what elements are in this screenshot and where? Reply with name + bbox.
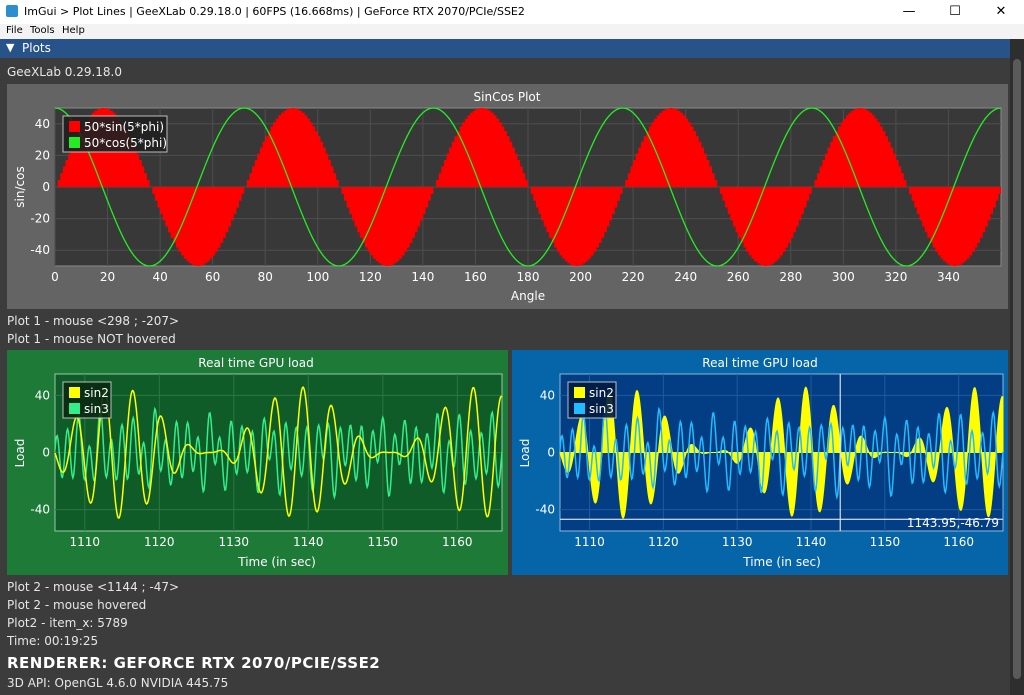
sincos-xtick-label: 80 bbox=[258, 270, 273, 284]
window-title: ImGui > Plot Lines | GeeXLab 0.29.18.0 |… bbox=[24, 5, 525, 18]
gpu1-ytick-label: 0 bbox=[42, 446, 50, 460]
gpu1-xtick-label: 1120 bbox=[144, 535, 175, 549]
gpu1-ytick-label: -40 bbox=[30, 503, 50, 517]
plot2-item-status: Plot2 - item_x: 5789 bbox=[7, 616, 128, 630]
legend-swatch-sin3 bbox=[69, 403, 80, 414]
gpu2-xlabel: Time (in sec) bbox=[742, 555, 821, 569]
sincos-xtick-label: 20 bbox=[100, 270, 115, 284]
legend-swatch-sin2 bbox=[574, 387, 585, 398]
plots-section-label: Plots bbox=[22, 41, 51, 55]
gpu2-xtick-label: 1110 bbox=[574, 535, 605, 549]
sincos-xtick-label: 60 bbox=[205, 270, 220, 284]
gpu1-xtick-label: 1130 bbox=[219, 535, 250, 549]
sincos-ytick-label: -40 bbox=[30, 243, 50, 257]
renderer-status: RENDERER: GEFORCE RTX 2070/PCIE/SSE2 bbox=[7, 654, 381, 672]
collapse-arrow-icon[interactable]: ▼ bbox=[6, 41, 14, 54]
menu-bar: File Tools Help bbox=[0, 24, 1024, 39]
gpu-load-plot-green[interactable]: Real time GPU load 1110 1120 1130 1140 1150 1… bbox=[7, 350, 508, 575]
sincos-ytick-label: 0 bbox=[42, 180, 50, 194]
close-button[interactable]: ✕ bbox=[978, 0, 1024, 24]
vertical-scrollbar[interactable] bbox=[1010, 39, 1024, 695]
sincos-xtick-label: 300 bbox=[832, 270, 855, 284]
gpu2-xtick-label: 1120 bbox=[648, 535, 679, 549]
gpu2-xtick-label: 1160 bbox=[943, 535, 974, 549]
plot2-hover-status: Plot 2 - mouse hovered bbox=[7, 598, 147, 612]
sincos-xtick-label: 240 bbox=[674, 270, 697, 284]
menu-help[interactable]: Help bbox=[62, 25, 85, 36]
gpu1-ytick-label: 40 bbox=[35, 388, 50, 402]
sincos-xtick-label: 200 bbox=[569, 270, 592, 284]
legend-label-sin2: sin2 bbox=[589, 386, 614, 400]
sincos-xtick-label: 120 bbox=[359, 270, 382, 284]
minimize-button[interactable]: — bbox=[886, 0, 932, 24]
sincos-ytick-label: 20 bbox=[35, 148, 50, 162]
menu-file[interactable]: File bbox=[6, 25, 23, 36]
gpu1-ylabel: Load bbox=[13, 439, 27, 468]
plot1-mouse-status: Plot 1 - mouse <298 ; -207> bbox=[7, 314, 180, 328]
sincos-legend: 50*sin(5*phi) 50*cos(5*phi) bbox=[62, 115, 168, 153]
legend-label-sin: 50*sin(5*phi) bbox=[84, 120, 164, 134]
gpu2-xtick-label: 1130 bbox=[722, 535, 753, 549]
sincos-xtick-label: 140 bbox=[411, 270, 434, 284]
legend-label-cos: 50*cos(5*phi) bbox=[84, 136, 167, 150]
plot2-mouse-status: Plot 2 - mouse <1144 ; -47> bbox=[7, 580, 180, 594]
legend-swatch-sin2 bbox=[69, 387, 80, 398]
gpu2-ylabel: Load bbox=[518, 439, 532, 468]
gpu1-xlabel: Time (in sec) bbox=[237, 555, 316, 569]
sincos-xtick-label: 0 bbox=[51, 270, 59, 284]
sincos-xtick-label: 280 bbox=[779, 270, 802, 284]
legend-swatch-sin bbox=[69, 121, 80, 132]
gpu1-legend: sin2 sin3 bbox=[62, 381, 112, 419]
legend-swatch-sin3 bbox=[574, 403, 585, 414]
gpu2-xtick-label: 1150 bbox=[870, 535, 901, 549]
sincos-plot[interactable]: SinCos Plot 0 20 40 60 80 100 120 140 160 180 200 2… bbox=[7, 84, 1008, 309]
cursor-coordinate-label: 1143.95,-46.79 bbox=[907, 516, 999, 530]
scrollbar-thumb[interactable] bbox=[1013, 59, 1021, 679]
gpu1-title: Real time GPU load bbox=[198, 356, 313, 370]
sincos-ytick-label: -20 bbox=[30, 212, 50, 226]
title-bar[interactable]: ImGui > Plot Lines | GeeXLab 0.29.18.0 |… bbox=[0, 0, 1024, 25]
gpu2-title: Real time GPU load bbox=[702, 356, 817, 370]
legend-label-sin2: sin2 bbox=[84, 386, 109, 400]
sincos-xlabel: Angle bbox=[511, 289, 545, 303]
gpu-load-plot-blue[interactable]: Real time GPU load 1143.95,-46.79 1110 11… bbox=[512, 350, 1008, 575]
plots-section-header[interactable]: ▼ Plots bbox=[0, 39, 1010, 58]
app-version-label: GeeXLab 0.29.18.0 bbox=[7, 65, 123, 79]
sincos-xtick-label: 180 bbox=[517, 270, 540, 284]
app-icon bbox=[6, 5, 18, 17]
api-status: 3D API: OpenGL 4.6.0 NVIDIA 445.75 bbox=[7, 676, 229, 690]
gpu2-ytick-label: 40 bbox=[540, 388, 555, 402]
sincos-ytick-label: 40 bbox=[35, 117, 50, 131]
sincos-ylabel: sin/cos bbox=[13, 166, 27, 207]
time-status: Time: 00:19:25 bbox=[7, 634, 99, 648]
maximize-button[interactable]: ☐ bbox=[932, 0, 978, 24]
sincos-xtick-label: 100 bbox=[306, 270, 329, 284]
gpu1-xtick-label: 1160 bbox=[442, 535, 473, 549]
gpu2-ytick-label: 0 bbox=[547, 446, 555, 460]
plot1-hover-status: Plot 1 - mouse NOT hovered bbox=[7, 332, 176, 346]
gpu2-legend: sin2 sin3 bbox=[567, 381, 617, 419]
legend-label-sin3: sin3 bbox=[84, 402, 109, 416]
legend-label-sin3: sin3 bbox=[589, 402, 614, 416]
sincos-xtick-label: 220 bbox=[622, 270, 645, 284]
gpu1-xtick-label: 1140 bbox=[293, 535, 324, 549]
sincos-xtick-label: 340 bbox=[937, 270, 960, 284]
menu-tools[interactable]: Tools bbox=[30, 25, 55, 36]
gpu1-xtick-label: 1150 bbox=[368, 535, 399, 549]
legend-swatch-cos bbox=[69, 137, 80, 148]
sincos-title: SinCos Plot bbox=[474, 90, 541, 104]
sincos-xtick-label: 160 bbox=[464, 270, 487, 284]
sincos-xtick-label: 320 bbox=[884, 270, 907, 284]
gpu1-xtick-label: 1110 bbox=[70, 535, 101, 549]
sincos-xtick-label: 260 bbox=[727, 270, 750, 284]
gpu2-xtick-label: 1140 bbox=[796, 535, 827, 549]
sincos-xtick-label: 40 bbox=[152, 270, 167, 284]
gpu2-ytick-label: -40 bbox=[535, 503, 555, 517]
